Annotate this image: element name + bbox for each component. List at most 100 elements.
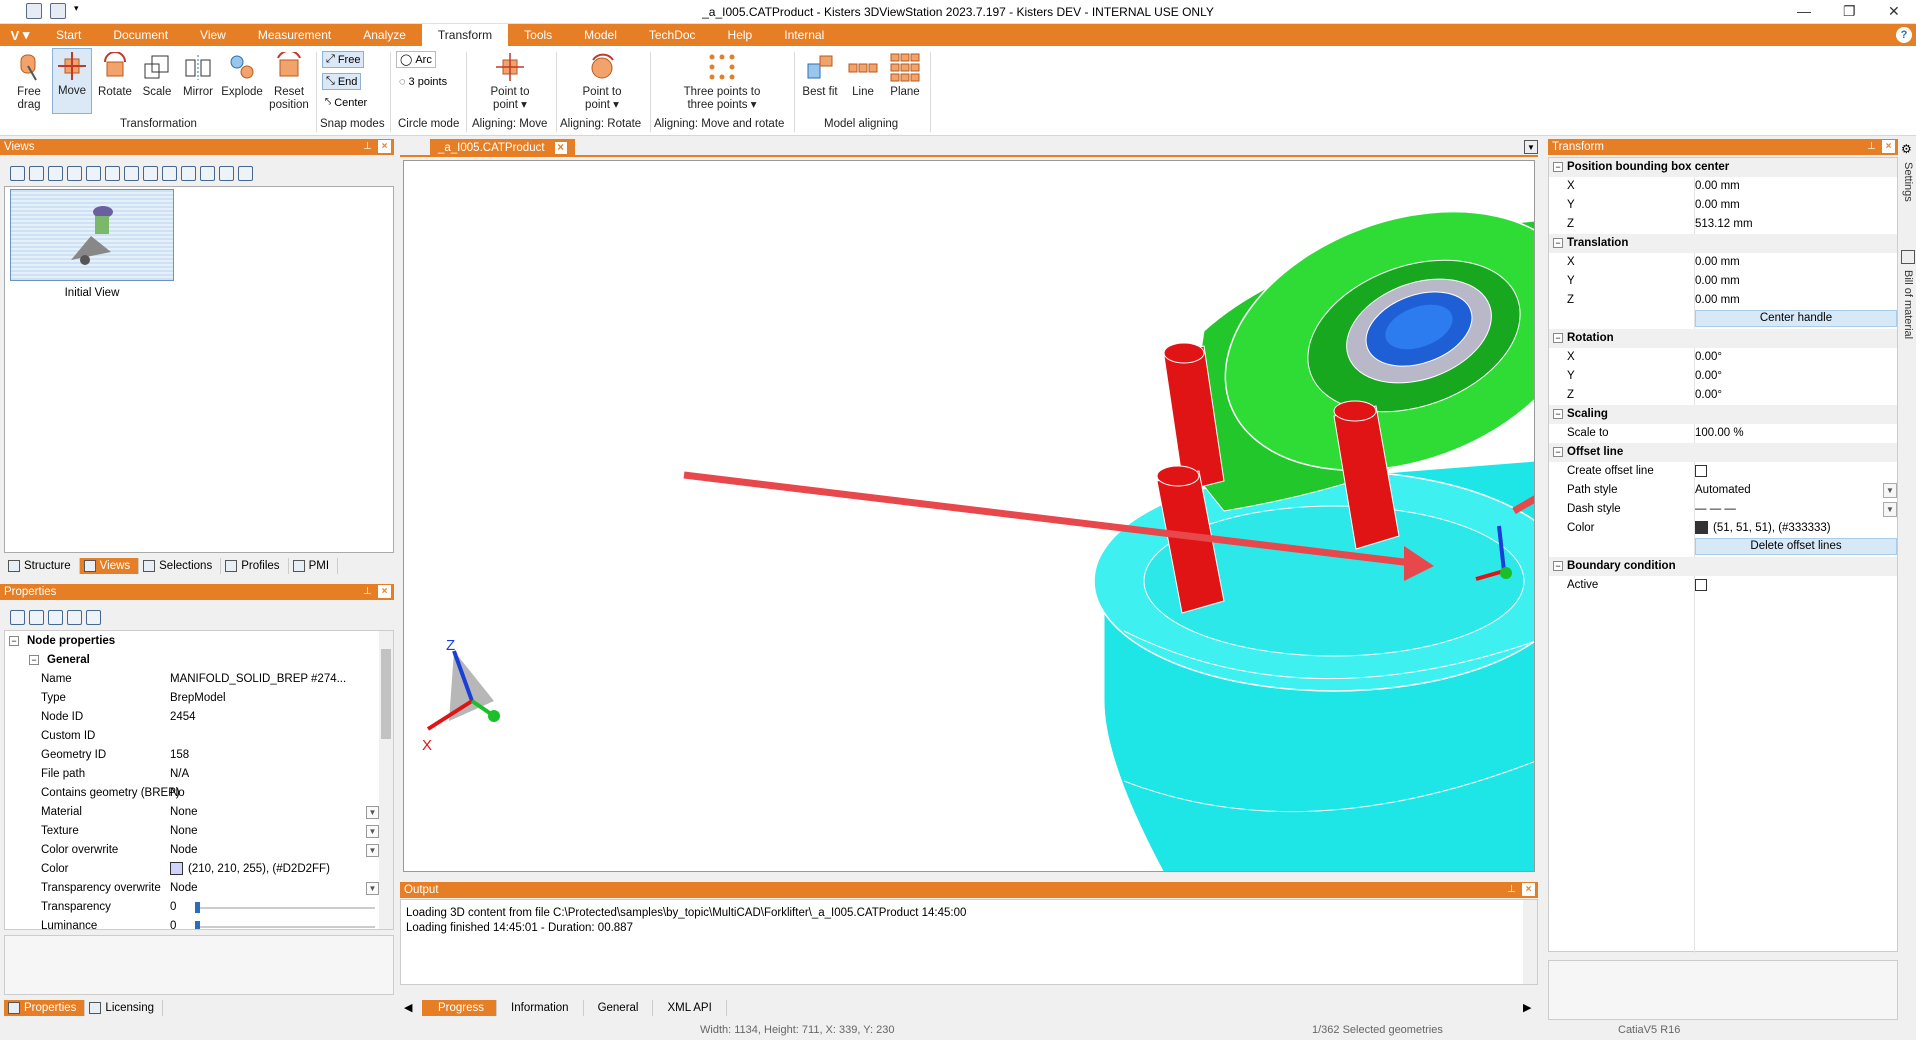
tab-help[interactable]: Help bbox=[712, 24, 769, 46]
snap-center-button[interactable]: ⤣ Center bbox=[322, 95, 370, 110]
view-prev-icon[interactable] bbox=[86, 166, 101, 181]
explode-button[interactable]: Explode bbox=[220, 50, 264, 99]
mirror-button[interactable]: Mirror bbox=[178, 50, 218, 99]
app-menu-button[interactable]: V ▾ bbox=[0, 24, 40, 46]
dropdown-icon[interactable]: ▼ bbox=[1883, 483, 1897, 498]
offset-line-section[interactable]: − Offset line bbox=[1549, 443, 1897, 462]
pos-x-row[interactable]: X 0.00 mm bbox=[1549, 177, 1897, 196]
tab-structure[interactable]: Structure bbox=[4, 558, 80, 574]
view-next-icon[interactable] bbox=[124, 166, 139, 181]
collapse-icon[interactable]: − bbox=[1553, 238, 1563, 248]
texture-row[interactable]: Texture None ▼ bbox=[5, 822, 393, 841]
rot-y-row[interactable]: Y 0.00° bbox=[1549, 367, 1897, 386]
transparency-slider[interactable] bbox=[195, 907, 375, 909]
boundary-section[interactable]: − Boundary condition bbox=[1549, 557, 1897, 576]
best-fit-button[interactable]: Best fit bbox=[800, 50, 840, 99]
view-capture-icon[interactable] bbox=[143, 166, 158, 181]
tab-profiles[interactable]: Profiles bbox=[221, 558, 289, 574]
close-button[interactable]: ✕ bbox=[1888, 3, 1900, 20]
collapse-icon[interactable]: − bbox=[29, 655, 39, 665]
view-home-icon[interactable] bbox=[10, 166, 25, 181]
collapse-icon[interactable]: − bbox=[9, 636, 19, 646]
dropdown-icon[interactable]: ▼ bbox=[1883, 502, 1897, 517]
point-to-point-move-button[interactable]: Point to point ▾ bbox=[480, 50, 540, 112]
dropdown-icon[interactable]: ▼ bbox=[366, 882, 379, 895]
rotation-section[interactable]: − Rotation bbox=[1549, 329, 1897, 348]
filter-icon[interactable] bbox=[86, 610, 101, 625]
bom-icon[interactable] bbox=[1901, 250, 1915, 264]
pos-y-row[interactable]: Y 0.00 mm bbox=[1549, 196, 1897, 215]
collapse-icon[interactable]: − bbox=[1553, 162, 1563, 172]
position-section[interactable]: − Position bounding box center bbox=[1549, 158, 1897, 177]
center-handle-button[interactable]: Center handle bbox=[1695, 310, 1897, 327]
properties-scrollbar[interactable] bbox=[379, 631, 393, 929]
3d-viewport[interactable]: Z X bbox=[403, 160, 1535, 872]
scroll-left-icon[interactable]: ◀ bbox=[404, 1001, 412, 1014]
line-align-button[interactable]: Line bbox=[844, 50, 882, 99]
collapse-icon[interactable]: − bbox=[1553, 447, 1563, 457]
transparency-overwrite-row[interactable]: Transparency overwrite Node ▼ bbox=[5, 879, 393, 898]
close-icon[interactable]: × bbox=[554, 142, 567, 154]
pin-icon[interactable]: ⊥ bbox=[361, 140, 374, 153]
scaling-section[interactable]: − Scaling bbox=[1549, 405, 1897, 424]
output-scrollbar[interactable] bbox=[1523, 900, 1537, 984]
minimize-button[interactable]: — bbox=[1797, 3, 1811, 19]
slider-thumb[interactable] bbox=[195, 902, 200, 913]
dropdown-icon[interactable]: ▼ bbox=[366, 806, 379, 819]
view-settings-icon[interactable] bbox=[238, 166, 253, 181]
view-add-icon[interactable] bbox=[29, 166, 44, 181]
dropdown-icon[interactable]: ▼ bbox=[366, 825, 379, 838]
close-icon[interactable]: × bbox=[1882, 140, 1895, 153]
slider-thumb[interactable] bbox=[195, 921, 200, 929]
tab-document[interactable]: Document bbox=[97, 24, 184, 46]
copy-icon[interactable] bbox=[48, 610, 63, 625]
pin-icon[interactable]: ⊥ bbox=[1505, 883, 1518, 896]
tab-techdoc[interactable]: TechDoc bbox=[633, 24, 712, 46]
initial-view-thumbnail[interactable] bbox=[10, 189, 174, 281]
color-row[interactable]: Color (210, 210, 255), (#D2D2FF) bbox=[5, 860, 393, 879]
color-overwrite-row[interactable]: Color overwrite Node ▼ bbox=[5, 841, 393, 860]
free-drag-button[interactable]: Free drag bbox=[8, 50, 50, 112]
scroll-right-icon[interactable]: ▶ bbox=[1523, 1001, 1531, 1014]
view-update-icon[interactable] bbox=[48, 166, 63, 181]
tab-model[interactable]: Model bbox=[568, 24, 633, 46]
move-button[interactable]: Move bbox=[52, 48, 92, 114]
tab-list-dropdown-icon[interactable]: ▼ bbox=[1524, 140, 1538, 154]
settings-icon[interactable]: ⚙ bbox=[1901, 142, 1915, 156]
rot-x-row[interactable]: X 0.00° bbox=[1549, 348, 1897, 367]
tab-properties[interactable]: Properties bbox=[4, 1000, 86, 1016]
color-swatch[interactable] bbox=[170, 862, 183, 876]
create-offset-checkbox[interactable] bbox=[1695, 464, 1707, 477]
tab-views[interactable]: Views bbox=[79, 558, 140, 574]
document-tab[interactable]: _a_I005.CATProduct × bbox=[430, 139, 575, 157]
view-refresh-icon[interactable] bbox=[162, 166, 177, 181]
delete-offset-lines-button[interactable]: Delete offset lines bbox=[1695, 538, 1897, 555]
paste-icon[interactable] bbox=[67, 610, 82, 625]
tab-progress[interactable]: Progress bbox=[422, 1000, 498, 1016]
close-icon[interactable]: × bbox=[1522, 883, 1535, 896]
general-section[interactable]: − General bbox=[5, 651, 393, 670]
close-icon[interactable]: × bbox=[378, 585, 391, 598]
dash-style-row[interactable]: Dash style — — — ▼ bbox=[1549, 500, 1897, 519]
trans-x-row[interactable]: X 0.00 mm bbox=[1549, 253, 1897, 272]
node-properties-section[interactable]: − Node properties bbox=[5, 632, 393, 651]
snap-end-button[interactable]: ⤡ End bbox=[322, 73, 362, 90]
material-row[interactable]: Material None ▼ bbox=[5, 803, 393, 822]
scale-row[interactable]: Scale to 100.00 % bbox=[1549, 424, 1897, 443]
maximize-button[interactable]: ❐ bbox=[1843, 3, 1856, 20]
pin-icon[interactable]: ⊥ bbox=[361, 585, 374, 598]
tab-tools[interactable]: Tools bbox=[508, 24, 568, 46]
path-style-row[interactable]: Path style Automated ▼ bbox=[1549, 481, 1897, 500]
tab-internal[interactable]: Internal bbox=[768, 24, 840, 46]
trans-z-row[interactable]: Z 0.00 mm bbox=[1549, 291, 1897, 310]
pos-z-row[interactable]: Z 513.12 mm bbox=[1549, 215, 1897, 234]
collapse-icon[interactable]: − bbox=[1553, 409, 1563, 419]
circle-arc-button[interactable]: ◯ Arc bbox=[396, 51, 436, 68]
reset-position-button[interactable]: Reset position bbox=[266, 49, 312, 112]
side-tab-settings[interactable]: Settings bbox=[1902, 162, 1914, 202]
circle-3points-button[interactable]: ◌ 3 points bbox=[396, 75, 450, 89]
view-import-icon[interactable] bbox=[200, 166, 215, 181]
close-icon[interactable]: × bbox=[378, 140, 391, 153]
tab-start[interactable]: Start bbox=[40, 24, 97, 46]
view-delete-icon[interactable] bbox=[67, 166, 82, 181]
